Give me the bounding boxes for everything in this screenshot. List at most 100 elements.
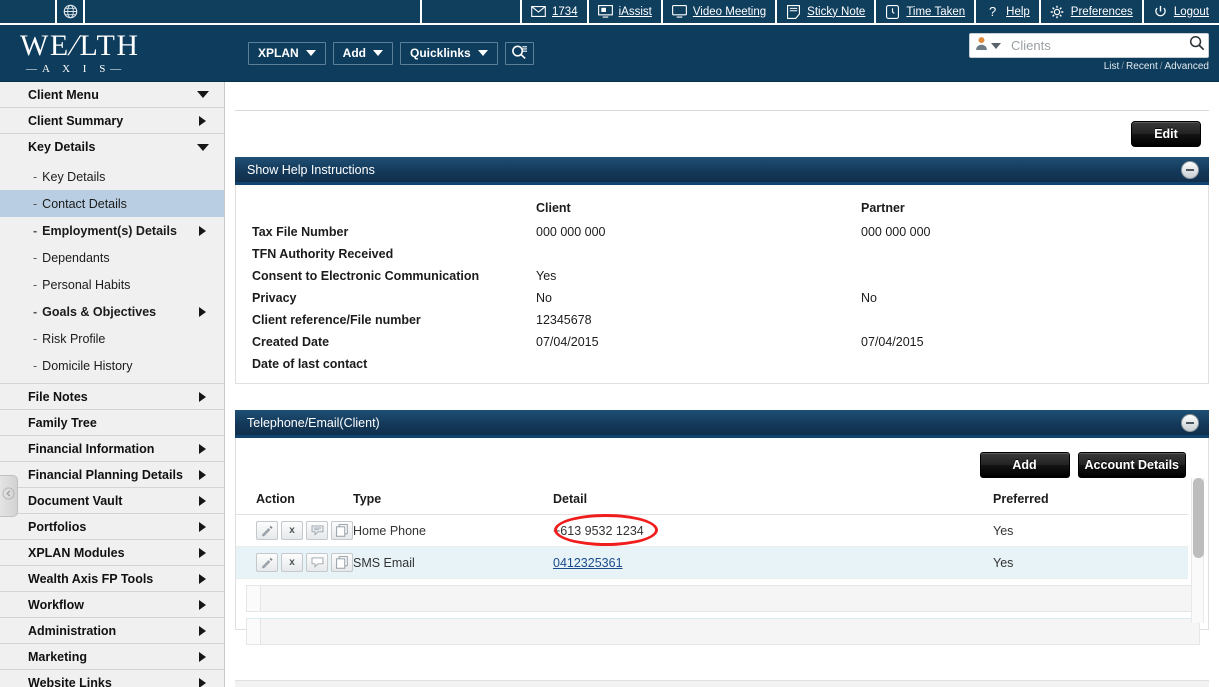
edit-icon[interactable] [256,521,278,540]
row-client-value: Yes [536,269,557,283]
chevron-right-icon [199,521,206,532]
nav-button-quicklinks[interactable]: Quicklinks [400,41,498,65]
sidebar-item-label: Financial Information [28,441,155,456]
comment-icon[interactable] [306,553,328,572]
link-separator: / [1159,61,1163,72]
sidebar-item-label: Family Tree [28,415,97,430]
monitor-icon [671,5,687,19]
sidebar-item-dependants[interactable]: - Dependants [0,244,224,271]
table-row[interactable]: x Home Phone +613 9532 1234 Yes [236,514,1188,547]
topbar-item-time-taken[interactable]: Time Taken [876,0,977,23]
sidebar-item-personal-habits[interactable]: - Personal Habits [0,271,224,298]
topbar-item-help[interactable]: ? Help [976,0,1041,23]
sidebar-item-label: Administration [28,623,117,638]
sidebar-header-client-menu[interactable]: Client Menu [0,82,224,108]
topbar-item-label: Sticky Note [807,5,866,18]
sidebar-item-wealth-axis-fp-tools[interactable]: Wealth Axis FP Tools [0,566,224,592]
help-panel-body: Client Partner Tax File Number 000 000 0… [235,185,1209,384]
row-detail-link[interactable]: 0412325361 [553,556,623,570]
account-details-button[interactable]: Account Details [1077,452,1186,478]
search-link-advanced[interactable]: Advanced [1165,61,1209,72]
sidebar-item-contact-details[interactable]: - Contact Details [0,190,224,217]
wealth-axis-logo[interactable]: WE/LTH —A X I S— [20,29,170,75]
search-box[interactable] [969,33,1209,58]
help-panel-header[interactable]: Show Help Instructions [235,157,1209,185]
sidebar-item-domicile-history[interactable]: - Domicile History [0,352,224,379]
search-link-recent[interactable]: Recent [1126,61,1158,72]
row-client-value [536,243,861,265]
table-row: Consent to Electronic Communication Yes [236,265,1208,287]
row-client-value [536,353,861,375]
copy-icon[interactable] [331,521,353,540]
nav-label: Quicklinks [410,46,471,60]
sidebar-item-key-details-sub[interactable]: - Key Details [0,163,224,190]
person-selector[interactable] [975,36,1006,56]
row-client-value: 07/04/2015 [536,335,599,349]
nav-button-xplan[interactable]: XPLAN [248,41,326,65]
sidebar-item-website-links[interactable]: Website Links [0,670,224,687]
topbar-item-logout[interactable]: Logout [1144,0,1219,23]
row-partner-value [861,309,1208,331]
nav-button-add[interactable]: Add [332,41,393,65]
telephone-panel-header[interactable]: Telephone/Email(Client) [235,410,1209,438]
add-button[interactable]: Add [979,452,1070,478]
row-partner-value [861,265,1208,287]
minus-icon[interactable] [1181,413,1199,432]
content-bottom-strip [235,680,1209,687]
sidebar-item-label: Domicile History [42,358,133,373]
sidebar-item-marketing[interactable]: Marketing [0,644,224,670]
search-link-list[interactable]: List [1104,61,1120,72]
help-panel-title: Show Help Instructions [247,162,375,177]
brand-header: WE/LTH —A X I S— XPLAN Add Quicklinks Cl… [0,25,1219,82]
row-partner-value: No [861,291,877,305]
key-details-table: Client Partner Tax File Number 000 000 0… [236,199,1208,375]
delete-icon[interactable]: x [281,521,303,540]
sidebar-item-client-summary[interactable]: Client Summary [0,108,224,134]
edit-icon[interactable] [256,553,278,572]
topbar-item-label: Preferences [1070,5,1133,18]
search-input[interactable] [1006,37,1189,54]
sidebar-item-xplan-modules[interactable]: XPLAN Modules [0,540,224,566]
sidebar-item-administration[interactable]: Administration [0,618,224,644]
sidebar-item-portfolios[interactable]: Portfolios [0,514,224,540]
chevron-right-icon [199,115,206,126]
comment-icon[interactable] [306,521,328,540]
sidebar-item-key-details[interactable]: Key Details [0,134,224,160]
chevron-right-icon [199,625,206,636]
topbar-item-preferences[interactable]: Preferences [1041,0,1144,23]
body-area: Client Menu Client Summary Key Details -… [0,82,1219,687]
sidebar-item-file-notes[interactable]: File Notes [0,384,224,410]
edit-button[interactable]: Edit [1131,121,1201,147]
topbar-item-sticky-note[interactable]: Sticky Note [777,0,877,23]
table-scrollbar[interactable] [1191,478,1204,623]
globe-icon[interactable] [57,0,85,23]
sidebar-item-financial-information[interactable]: Financial Information [0,436,224,462]
row-type: Home Phone [353,514,553,547]
main-nav-buttons: XPLAN Add Quicklinks [248,41,534,65]
minus-icon[interactable] [1181,160,1199,179]
table-row-placeholder [246,618,1200,645]
sidebar-item-financial-planning-details[interactable]: Financial Planning Details [0,462,224,488]
table-row[interactable]: x SMS Email 0412325361 Yes [236,546,1188,579]
topbar-item-iassist[interactable]: iAssist [589,0,663,23]
delete-icon[interactable]: x [281,553,303,572]
topbar-item-messages[interactable]: 1734 [522,0,589,23]
row-preferred: Yes [993,546,1188,579]
sidebar-item-employments-details[interactable]: - Employment(s) Details [0,217,224,244]
sidebar-item-document-vault[interactable]: Document Vault [0,488,224,514]
scrollbar-thumb[interactable] [1193,478,1204,558]
sidebar-collapse-handle[interactable] [0,475,18,517]
search-icon[interactable] [1189,35,1205,56]
row-detail: +613 9532 1234 [553,514,993,547]
sidebar-header-label: Client Menu [28,87,99,102]
sidebar-item-family-tree[interactable]: Family Tree [0,410,224,436]
copy-icon[interactable] [331,553,353,572]
table-row: Client reference/File number 12345678 [236,309,1208,331]
sidebar-item-goals-objectives[interactable]: - Goals & Objectives [0,298,224,325]
topbar-item-video-meeting[interactable]: Video Meeting [663,0,778,23]
sidebar-item-workflow[interactable]: Workflow [0,592,224,618]
nav-button-search-menu[interactable] [504,41,534,65]
chevron-down-icon [991,42,1001,49]
sidebar-item-risk-profile[interactable]: - Risk Profile [0,325,224,352]
topbar-gap-1 [85,0,423,23]
